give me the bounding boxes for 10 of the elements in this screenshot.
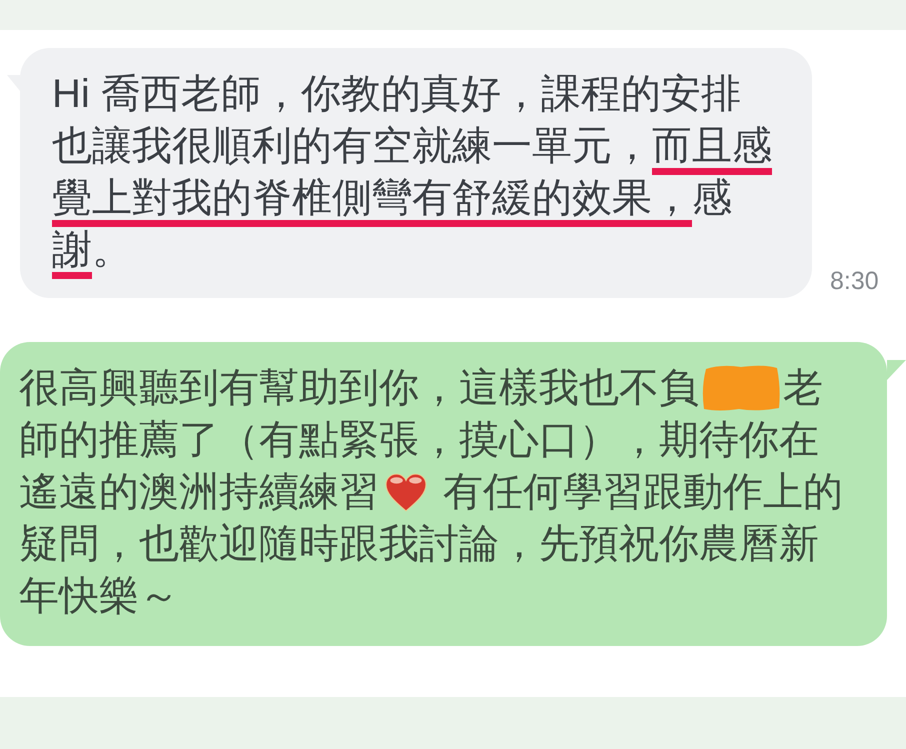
heart-icon [385,472,427,512]
timestamp: 8:30 [830,266,879,296]
message-text: 疑問，也歡迎隨時跟我討論，先預祝你農曆新 [19,521,819,568]
message-text: 有任何學習跟動作上的 [443,469,843,516]
message-text: 很高興聽到有幫助到你，這樣我也不負 [19,365,699,412]
message-text: Hi 喬西老師，你教的真好，課程的安排 也讓我很順利的有空就練一單元，而且感 覺上對我的脊椎側彎有舒緩的效果，感 謝。 [52,71,773,274]
message-text: 師的推薦了（有點緊張，摸心口），期待你在 [19,417,819,464]
message-text: 老 [783,365,823,412]
message-text: 年快樂～ [19,573,179,620]
message-text: 遙遠的澳洲持續練習 [19,469,379,516]
